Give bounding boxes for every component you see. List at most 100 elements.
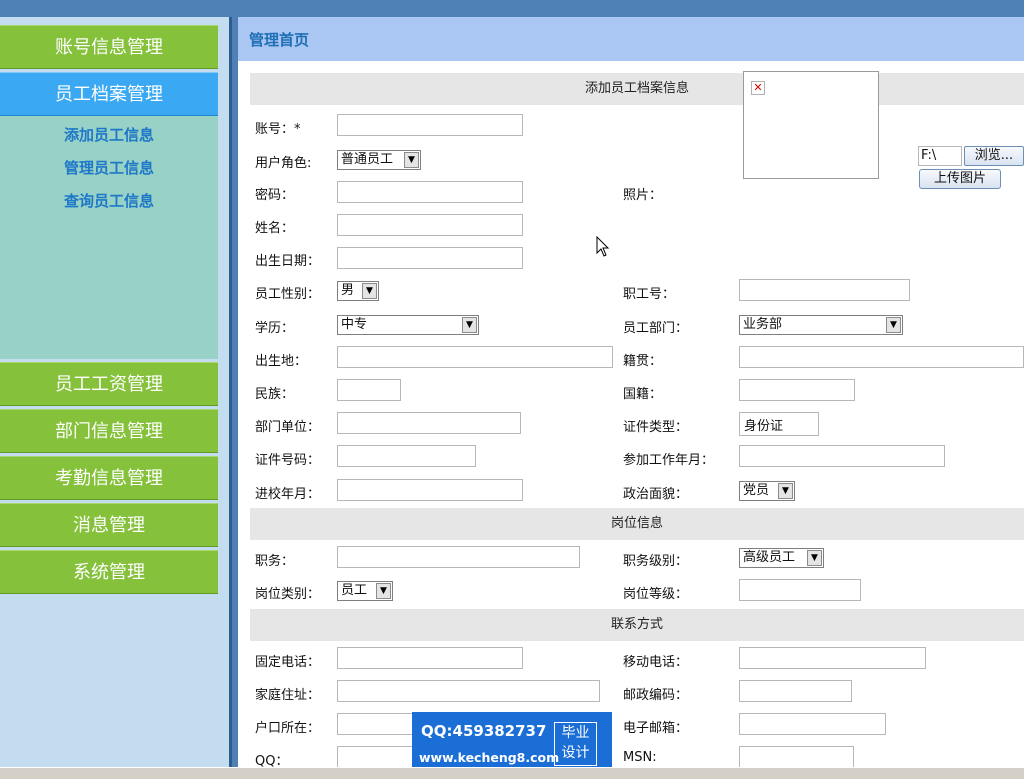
- label-post-type: 岗位类别：: [255, 587, 321, 602]
- id-type-input[interactable]: 身份证: [739, 412, 819, 436]
- post-type-select[interactable]: 员工 ▼: [337, 581, 393, 601]
- gender-select-value: 男: [341, 283, 355, 298]
- password-input[interactable]: [337, 181, 523, 203]
- native-place-input[interactable]: [739, 346, 1024, 368]
- label-political: 政治面貌：: [623, 487, 689, 502]
- label-id-number: 证件号码：: [255, 453, 321, 468]
- menu-department-management[interactable]: 部门信息管理: [0, 409, 218, 453]
- postcode-input[interactable]: [739, 680, 852, 702]
- label-native-place: 籍贯：: [623, 354, 663, 369]
- menu-message-management[interactable]: 消息管理: [0, 503, 218, 547]
- label-id-type: 证件类型：: [623, 420, 689, 435]
- label-phone: 固定电话：: [255, 655, 321, 670]
- position-level-select[interactable]: 高级员工 ▼: [739, 548, 824, 568]
- label-birthdate: 出生日期：: [255, 254, 321, 269]
- section-contact: 联系方式: [250, 609, 1024, 641]
- label-account: 账号：*: [255, 122, 301, 137]
- phone-input[interactable]: [337, 647, 523, 669]
- label-staff-no: 职工号：: [623, 287, 676, 302]
- role-select-value: 普通员工: [341, 152, 394, 167]
- menu-account-management[interactable]: 账号信息管理: [0, 25, 218, 69]
- status-bar: [0, 767, 1024, 779]
- page-title: 管理首页: [238, 17, 1024, 61]
- staff-no-input[interactable]: [739, 279, 910, 301]
- gender-select[interactable]: 男 ▼: [337, 281, 379, 301]
- chevron-down-icon: ▼: [886, 317, 901, 333]
- work-start-input[interactable]: [739, 445, 945, 467]
- watermark-tag-line2: 设计: [561, 745, 590, 761]
- label-password: 密码：: [255, 188, 295, 203]
- chevron-down-icon: ▼: [404, 152, 419, 168]
- label-post-grade: 岗位等级：: [623, 587, 689, 602]
- label-address: 家庭住址：: [255, 688, 321, 703]
- political-select[interactable]: 党员 ▼: [739, 481, 795, 501]
- position-input[interactable]: [337, 546, 580, 568]
- section-add-employee: 添加员工档案信息: [250, 73, 1024, 105]
- post-grade-input[interactable]: [739, 579, 861, 601]
- position-level-select-value: 高级员工: [743, 550, 796, 565]
- msn-input[interactable]: [739, 746, 854, 767]
- label-position: 职务：: [255, 554, 295, 569]
- nationality-input[interactable]: [739, 379, 855, 401]
- label-birthplace: 出生地：: [255, 354, 308, 369]
- birthdate-input[interactable]: [337, 247, 523, 269]
- label-hukou: 户口所在：: [255, 721, 321, 736]
- name-input[interactable]: [337, 214, 523, 236]
- submenu-manage-employee[interactable]: 管理员工信息: [0, 153, 218, 186]
- birthplace-input[interactable]: [337, 346, 613, 368]
- political-select-value: 党员: [743, 483, 770, 498]
- menu-employee-archive[interactable]: 员工档案管理: [0, 72, 218, 116]
- label-nationality: 国籍：: [623, 387, 663, 402]
- label-staff-dept: 员工部门：: [623, 321, 689, 336]
- chevron-down-icon: ▼: [807, 550, 822, 566]
- email-input[interactable]: [739, 713, 886, 735]
- label-msn: MSN:: [623, 750, 657, 765]
- label-ethnicity: 民族：: [255, 387, 295, 402]
- label-name: 姓名：: [255, 221, 295, 236]
- label-mobile: 移动电话：: [623, 655, 689, 670]
- top-bar: [0, 0, 1024, 17]
- education-select[interactable]: 中专 ▼: [337, 315, 479, 335]
- watermark-url: www.kecheng8.com: [419, 750, 560, 765]
- dept-unit-input[interactable]: [337, 412, 521, 434]
- staff-dept-select[interactable]: 业务部 ▼: [739, 315, 903, 335]
- account-input[interactable]: [337, 114, 523, 136]
- photo-preview: ✕: [743, 71, 879, 179]
- id-number-input[interactable]: [337, 445, 476, 467]
- watermark-tag-line1: 毕业: [561, 725, 590, 741]
- label-email: 电子邮箱：: [623, 721, 689, 736]
- sidebar: 账号信息管理 员工档案管理 添加员工信息 管理员工信息 查询员工信息 员工工资管…: [0, 17, 232, 767]
- submenu-add-employee[interactable]: 添加员工信息: [0, 120, 218, 153]
- watermark-badge: QQ:459382737 www.kecheng8.com 毕业 设计: [412, 712, 612, 772]
- ethnicity-input[interactable]: [337, 379, 401, 401]
- file-path-input[interactable]: F:\: [918, 146, 962, 166]
- menu-system-management[interactable]: 系统管理: [0, 550, 218, 594]
- submenu-query-employee[interactable]: 查询员工信息: [0, 186, 218, 219]
- section-post-info: 岗位信息: [250, 508, 1024, 540]
- label-position-level: 职务级别：: [623, 554, 689, 569]
- mobile-input[interactable]: [739, 647, 926, 669]
- label-role: 用户角色:: [255, 156, 312, 171]
- label-school-year: 进校年月：: [255, 487, 321, 502]
- watermark-qq: QQ:459382737: [421, 722, 547, 740]
- label-postcode: 邮政编码：: [623, 688, 689, 703]
- upload-photo-button[interactable]: 上传图片: [919, 169, 1001, 189]
- address-input[interactable]: [337, 680, 600, 702]
- role-select[interactable]: 普通员工 ▼: [337, 150, 421, 170]
- school-year-input[interactable]: [337, 479, 523, 501]
- chevron-down-icon: ▼: [778, 483, 793, 499]
- browse-button[interactable]: 浏览...: [964, 146, 1024, 166]
- mouse-cursor-icon: [596, 236, 610, 257]
- post-type-select-value: 员工: [341, 583, 368, 598]
- chevron-down-icon: ▼: [462, 317, 477, 333]
- label-qq: QQ：: [255, 754, 289, 767]
- watermark-tag: 毕业 设计: [554, 722, 597, 766]
- label-photo: 照片：: [623, 188, 663, 203]
- menu-attendance-management[interactable]: 考勤信息管理: [0, 456, 218, 500]
- menu-salary-management[interactable]: 员工工资管理: [0, 362, 218, 406]
- employee-archive-submenu: 添加员工信息 管理员工信息 查询员工信息: [0, 116, 218, 359]
- label-work-start: 参加工作年月：: [623, 453, 715, 468]
- label-dept-unit: 部门单位：: [255, 420, 321, 435]
- chevron-down-icon: ▼: [362, 283, 377, 299]
- main-content: 管理首页 添加员工档案信息 账号：* 用户角色: 普通员工 ▼ 密码： 姓名： …: [238, 17, 1024, 767]
